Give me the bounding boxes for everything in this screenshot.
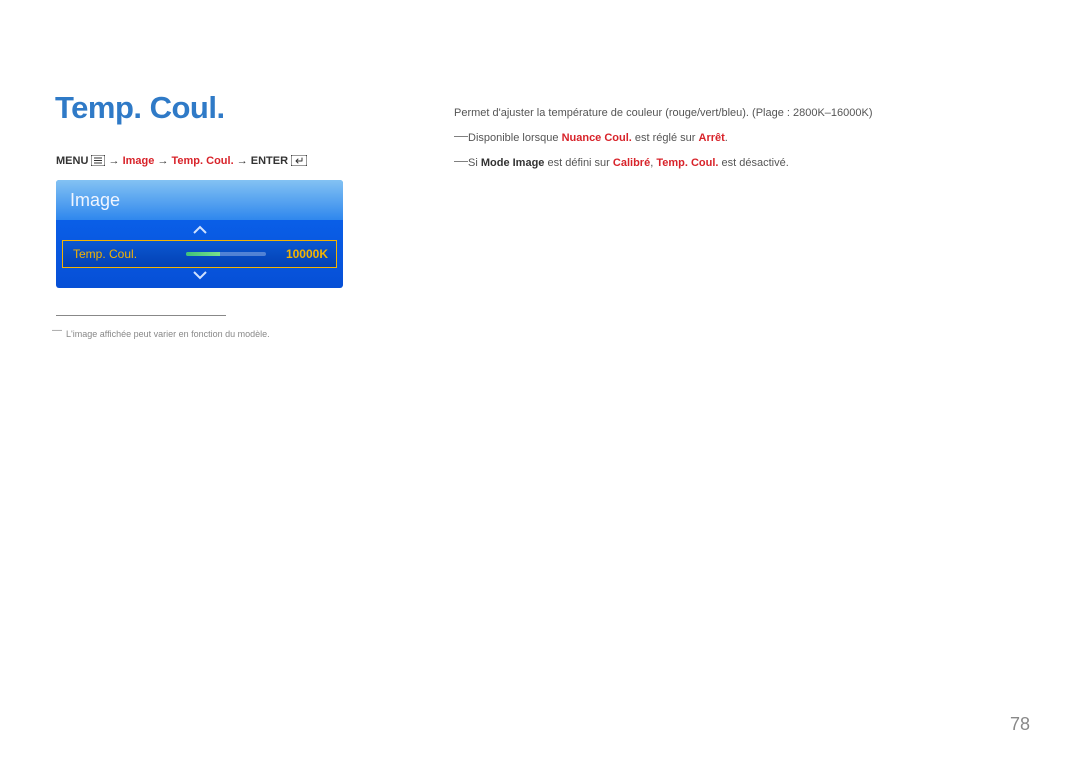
page-number: 78 [1010, 714, 1030, 735]
breadcrumb-menu: MENU [56, 155, 88, 167]
chevron-down-row[interactable] [56, 268, 343, 288]
menu-item-value: 10000K [282, 247, 328, 261]
note2-end: est désactivé. [718, 157, 788, 169]
description-text: Permet d'ajuster la température de coule… [454, 103, 1014, 124]
menu-panel: Image Temp. Coul. 10000K [56, 180, 343, 288]
note1-hl-arret: Arrêt [699, 132, 725, 144]
note1-hl-nuance: Nuance Coul. [562, 132, 632, 144]
slider-track [186, 252, 266, 256]
chevron-down-icon [192, 270, 208, 280]
menu-icon [91, 155, 105, 166]
menu-panel-header: Image [56, 180, 343, 220]
note1-pre: Disponible lorsque [468, 132, 562, 144]
note2-calibre: Calibré [613, 157, 650, 169]
breadcrumb-arrow-3: → [237, 155, 248, 167]
note1-end: . [725, 132, 728, 144]
breadcrumb-enter: ENTER [251, 155, 288, 167]
note2-mode-image: Mode Image [481, 157, 545, 169]
dash-icon: ― [454, 153, 468, 167]
menu-item-slider[interactable] [137, 252, 282, 256]
breadcrumb-image: Image [123, 155, 155, 167]
note-2: ― Si Mode Image est défini sur Calibré, … [454, 153, 1014, 174]
page-title: Temp. Coul. [55, 90, 225, 126]
description-column: Permet d'ajuster la température de coule… [454, 103, 1014, 174]
note-1: ― Disponible lorsque Nuance Coul. est ré… [454, 128, 1014, 149]
menu-item-label: Temp. Coul. [73, 247, 137, 261]
menu-item-temp-coul[interactable]: Temp. Coul. 10000K [62, 240, 337, 268]
note2-mid1: est défini sur [544, 157, 612, 169]
breadcrumb-arrow-1: → [109, 155, 120, 167]
note2-pre: Si [468, 157, 481, 169]
image-footnote-text: L'image affichée peut varier en fonction… [56, 328, 356, 341]
breadcrumb-arrow-2: → [157, 155, 168, 167]
dash-icon: ― [454, 128, 468, 142]
breadcrumb: MENU → Image → Temp. Coul. → ENTER [56, 155, 307, 167]
note2-temp: Temp. Coul. [656, 157, 718, 169]
image-footnote: L'image affichée peut varier en fonction… [56, 318, 356, 341]
breadcrumb-temp: Temp. Coul. [172, 155, 234, 167]
note1-mid: est réglé sur [632, 132, 699, 144]
chevron-up-icon [192, 225, 208, 235]
chevron-up-row[interactable] [56, 220, 343, 240]
enter-icon [291, 155, 307, 166]
